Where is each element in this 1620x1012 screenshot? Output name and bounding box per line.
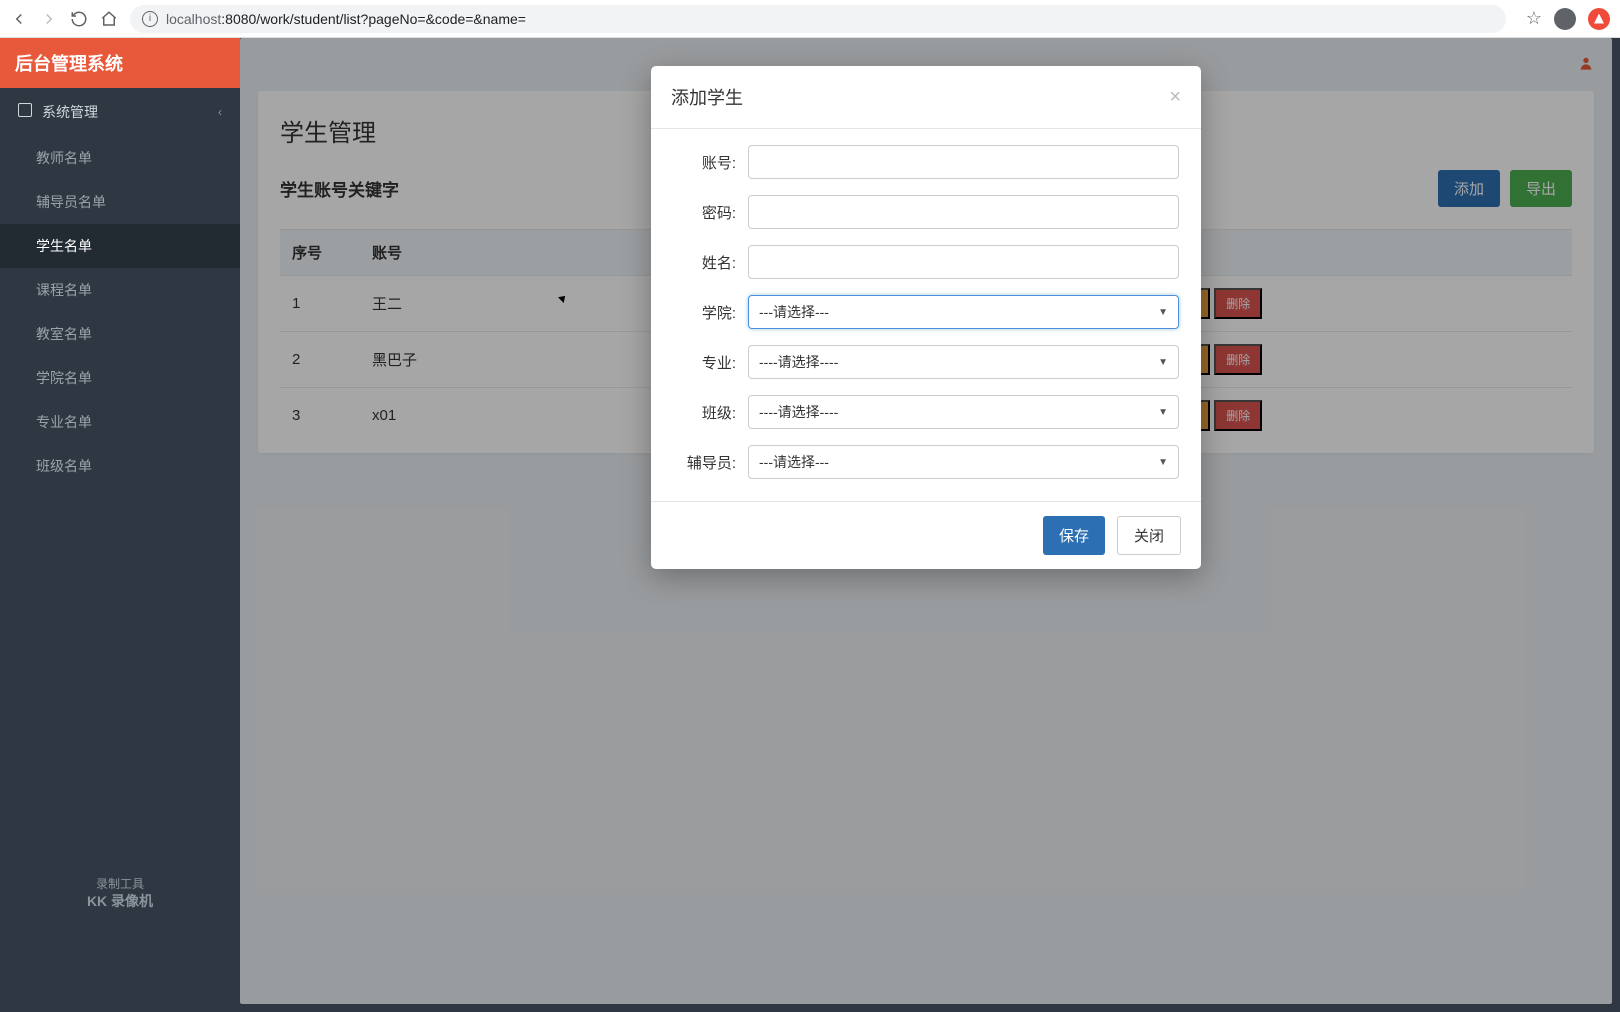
recorder-watermark: 录制工具 KK 录像机	[0, 876, 240, 1012]
sidebar-item-student[interactable]: 学生名单	[0, 224, 240, 268]
cursor-pointer	[560, 294, 570, 304]
profile-avatar-icon[interactable]	[1554, 8, 1576, 30]
browser-toolbar: i localhost:8080/work/student/list?pageN…	[0, 0, 1620, 38]
sidebar-item-counselor[interactable]: 辅导员名单	[0, 180, 240, 224]
form-row-major: 专业: ----请选择---- ▼	[673, 345, 1179, 379]
add-student-modal: 添加学生 × 账号: 密码: 姓名:	[651, 66, 1201, 569]
url-bar[interactable]: i localhost:8080/work/student/list?pageN…	[130, 5, 1506, 33]
nav-back[interactable]	[10, 10, 28, 28]
app-root: 后台管理系统 系统管理 ‹ 教师名单 辅导员名单 学生名单 课程名单 教室名单 …	[0, 38, 1620, 1012]
sidebar-item-major[interactable]: 专业名单	[0, 400, 240, 444]
content-wrap: 学生管理 学生账号关键字 添加 导出 序号 账号 班 辅导员 操作	[240, 38, 1620, 1012]
chevron-left-icon: ‹	[218, 105, 222, 119]
sidebar: 后台管理系统 系统管理 ‹ 教师名单 辅导员名单 学生名单 课程名单 教室名单 …	[0, 38, 240, 1012]
chevron-down-icon: ▼	[1158, 457, 1168, 468]
nav-forward[interactable]	[40, 10, 58, 28]
sidebar-item-class[interactable]: 班级名单	[0, 444, 240, 488]
form-row-class: 班级: ----请选择---- ▼	[673, 395, 1179, 429]
close-icon[interactable]: ×	[1169, 87, 1181, 107]
select-college-value: ---请选择---	[759, 302, 829, 322]
brand-title: 后台管理系统	[0, 38, 240, 88]
select-class[interactable]: ----请选择---- ▼	[748, 395, 1179, 429]
chevron-down-icon: ▼	[1158, 407, 1168, 418]
sidebar-section-system[interactable]: 系统管理 ‹	[0, 88, 240, 136]
modal-header: 添加学生 ×	[651, 66, 1201, 129]
input-account[interactable]	[748, 145, 1179, 179]
form-row-name: 姓名:	[673, 245, 1179, 279]
chevron-down-icon: ▼	[1158, 357, 1168, 368]
select-counselor-value: ---请选择---	[759, 452, 829, 472]
form-row-counselor: 辅导员: ---请选择--- ▼	[673, 445, 1179, 479]
label-major: 专业:	[673, 352, 748, 373]
sidebar-section-label: 系统管理	[42, 104, 98, 120]
modal-body: 账号: 密码: 姓名: 学院:	[651, 129, 1201, 501]
save-button[interactable]: 保存	[1043, 516, 1105, 555]
select-class-value: ----请选择----	[759, 402, 838, 422]
input-name[interactable]	[748, 245, 1179, 279]
sidebar-item-course[interactable]: 课程名单	[0, 268, 240, 312]
select-college[interactable]: ---请选择--- ▼	[748, 295, 1179, 329]
modal-title: 添加学生	[671, 84, 743, 110]
label-account: 账号:	[673, 152, 748, 173]
sidebar-item-college[interactable]: 学院名单	[0, 356, 240, 400]
label-name: 姓名:	[673, 252, 748, 273]
select-counselor[interactable]: ---请选择--- ▼	[748, 445, 1179, 479]
sidebar-item-classroom[interactable]: 教室名单	[0, 312, 240, 356]
form-row-password: 密码:	[673, 195, 1179, 229]
url-text: localhost:8080/work/student/list?pageNo=…	[166, 11, 526, 27]
site-info-icon[interactable]: i	[142, 11, 158, 27]
extension-icon[interactable]	[1588, 8, 1610, 30]
label-college: 学院:	[673, 302, 748, 323]
form-row-college: 学院: ---请选择--- ▼	[673, 295, 1179, 329]
select-major[interactable]: ----请选择---- ▼	[748, 345, 1179, 379]
chevron-down-icon: ▼	[1158, 307, 1168, 318]
nav-reload[interactable]	[70, 10, 88, 28]
modal-overlay[interactable]: 添加学生 × 账号: 密码: 姓名:	[240, 38, 1612, 1004]
label-password: 密码:	[673, 202, 748, 223]
sidebar-item-teacher[interactable]: 教师名单	[0, 136, 240, 180]
grid-icon	[18, 103, 32, 117]
label-counselor: 辅导员:	[673, 452, 748, 473]
nav-home[interactable]	[100, 10, 118, 28]
form-row-account: 账号:	[673, 145, 1179, 179]
bookmark-star-icon[interactable]: ☆	[1526, 8, 1542, 29]
select-major-value: ----请选择----	[759, 352, 838, 372]
input-password[interactable]	[748, 195, 1179, 229]
content: 学生管理 学生账号关键字 添加 导出 序号 账号 班 辅导员 操作	[240, 38, 1612, 1004]
modal-footer: 保存 关闭	[651, 501, 1201, 569]
close-button[interactable]: 关闭	[1117, 516, 1181, 555]
label-class: 班级:	[673, 402, 748, 423]
